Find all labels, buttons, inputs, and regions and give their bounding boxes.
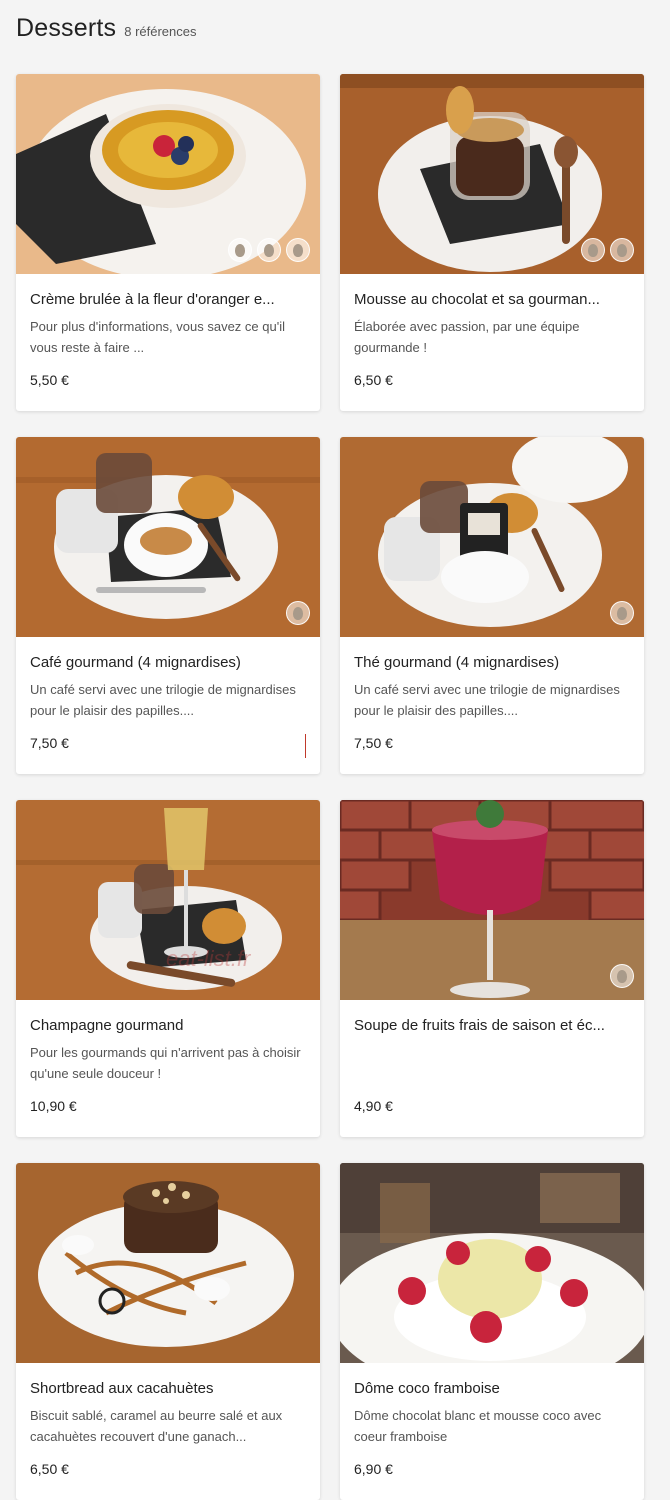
item-name: Soupe de fruits frais de saison et éc... [354, 1017, 605, 1034]
item-description: Biscuit sablé, caramel au beurre salé et… [30, 1408, 283, 1444]
allergen-badges [610, 601, 634, 625]
allergen-badge-icon [581, 238, 605, 262]
allergen-badges [610, 964, 634, 988]
menu-item-card[interactable]: Shortbread aux cacahuètes Biscuit sablé,… [16, 1163, 320, 1500]
item-name: Crème brulée à la fleur d'oranger e... [30, 291, 275, 308]
item-price: 6,50 € [354, 372, 393, 388]
allergen-badge-icon [610, 238, 634, 262]
menu-item-card[interactable]: Crème brulée à la fleur d'oranger e... P… [16, 74, 320, 411]
item-name: Champagne gourmand [30, 1017, 184, 1034]
allergen-badges [581, 238, 634, 262]
divider-marker [305, 734, 306, 758]
dish-photo [340, 437, 644, 637]
allergen-badge-icon [610, 964, 634, 988]
page-title: Desserts [16, 14, 117, 42]
allergen-badge-icon [228, 238, 252, 262]
menu-item-card[interactable]: Café gourmand (4 mignardises) Un café se… [16, 437, 320, 774]
item-description: Dôme chocolat blanc et mousse coco avec … [354, 1408, 602, 1444]
menu-item-card[interactable]: Mousse au chocolat et sa gourman... Élab… [340, 74, 644, 411]
item-price: 7,50 € [354, 735, 393, 751]
dish-photo [16, 74, 320, 274]
menu-item-card[interactable]: Thé gourmand (4 mignardises) Un café ser… [340, 437, 644, 774]
item-description: Pour les gourmands qui n'arrivent pas à … [30, 1045, 301, 1081]
item-description: Un café servi avec une trilogie de migna… [30, 682, 296, 718]
dessert-grid: Crème brulée à la fleur d'oranger e... P… [16, 74, 644, 1500]
item-description: Un café servi avec une trilogie de migna… [354, 682, 620, 718]
item-name: Shortbread aux cacahuètes [30, 1380, 214, 1397]
item-name: Mousse au chocolat et sa gourman... [354, 291, 600, 308]
item-name: Thé gourmand (4 mignardises) [354, 654, 560, 671]
item-price: 7,50 € [30, 735, 69, 751]
dish-photo [340, 1163, 644, 1363]
allergen-badges [228, 238, 310, 262]
item-description [354, 1042, 630, 1084]
allergen-badge-icon [286, 238, 310, 262]
dish-photo [340, 74, 644, 274]
allergen-badges [286, 601, 310, 625]
item-price: 5,50 € [30, 372, 69, 388]
item-price: 6,90 € [354, 1461, 393, 1477]
page-header: Desserts 8 références [16, 14, 197, 43]
item-description: Élaborée avec passion, par une équipe go… [354, 319, 580, 355]
allergen-badge-icon [286, 601, 310, 625]
menu-item-card[interactable]: Soupe de fruits frais de saison et éc...… [340, 800, 644, 1137]
menu-item-card[interactable]: eat-list.fr Champagne gourmand Pour les … [16, 800, 320, 1137]
allergen-badge-icon [257, 238, 281, 262]
item-price: 6,50 € [30, 1461, 69, 1477]
item-price: 4,90 € [354, 1098, 393, 1114]
item-name: Dôme coco framboise [354, 1380, 500, 1397]
item-description: Pour plus d'informations, vous savez ce … [30, 319, 285, 355]
watermark: eat-list.fr [166, 946, 251, 971]
dish-photo: eat-list.fr [16, 800, 320, 1000]
dish-photo [16, 437, 320, 637]
item-count: 8 références [124, 24, 197, 39]
dish-photo [16, 1163, 320, 1363]
item-price: 10,90 € [30, 1098, 77, 1114]
dish-photo [340, 800, 644, 1000]
allergen-badge-icon [610, 601, 634, 625]
item-name: Café gourmand (4 mignardises) [30, 654, 241, 671]
menu-item-card[interactable]: Dôme coco framboise Dôme chocolat blanc … [340, 1163, 644, 1500]
